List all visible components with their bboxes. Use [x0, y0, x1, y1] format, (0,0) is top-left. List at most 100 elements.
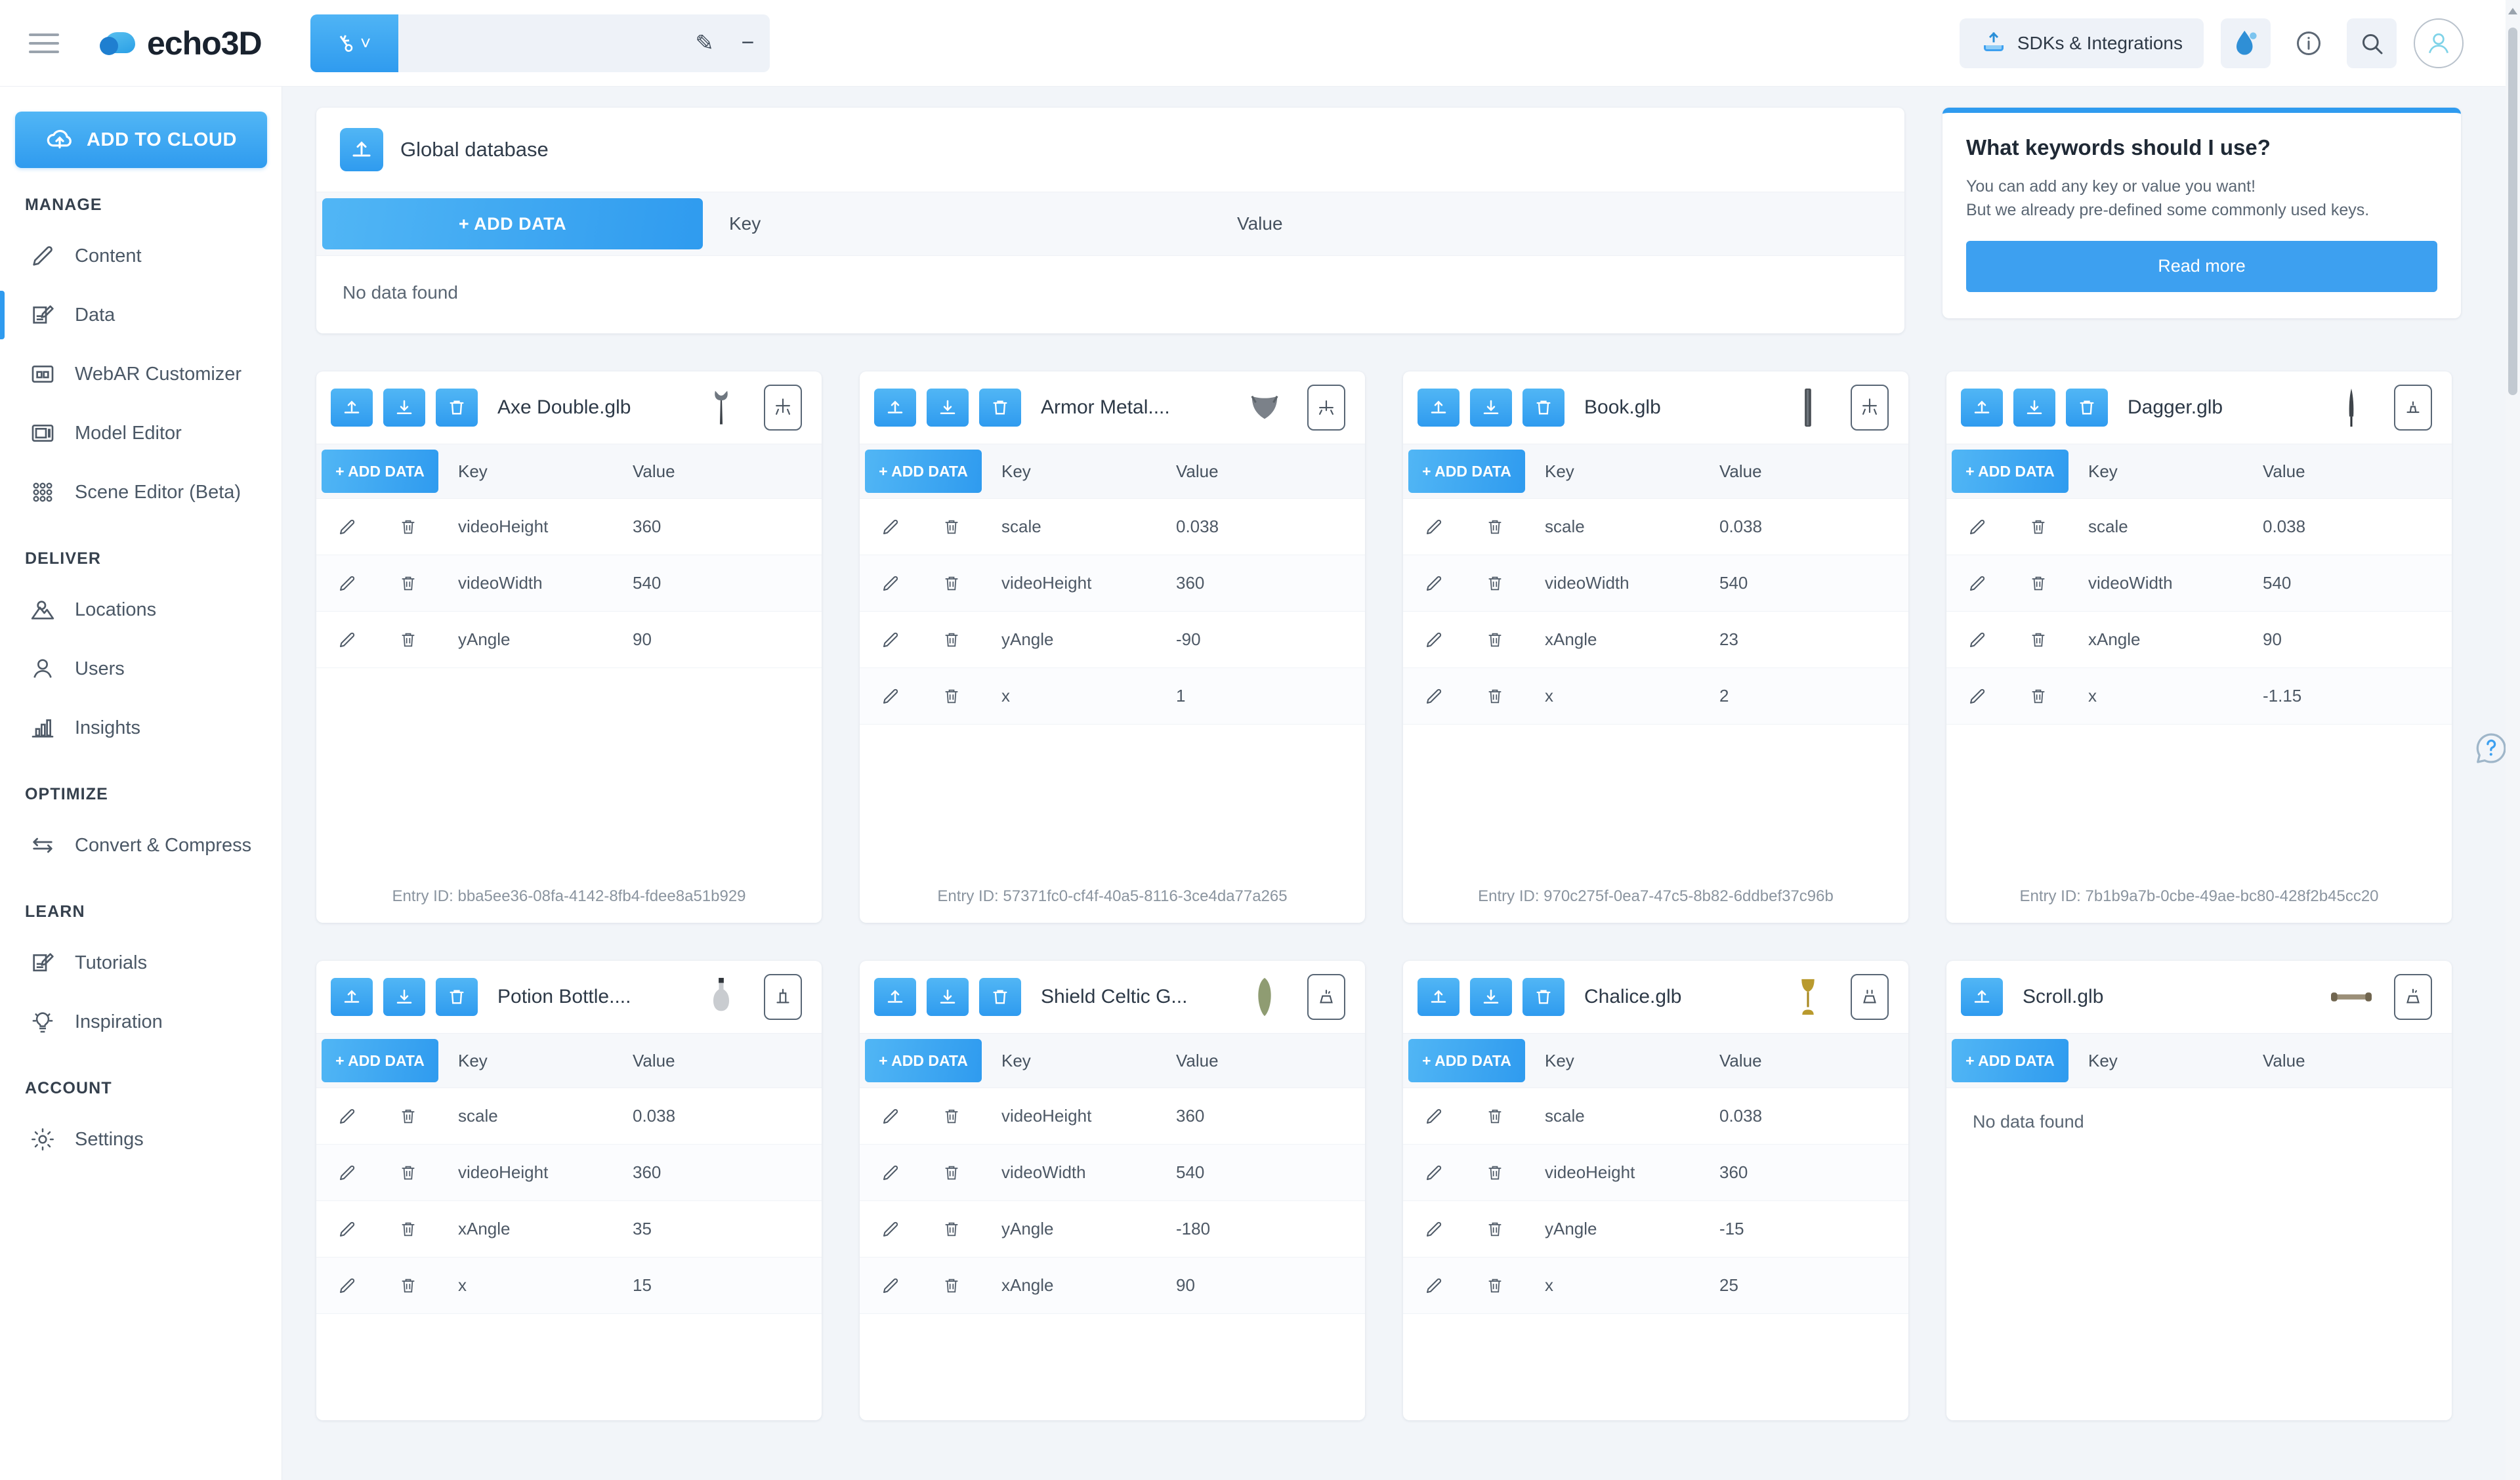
row-edit-icon[interactable] — [1403, 574, 1464, 593]
row-delete-icon[interactable] — [1464, 1277, 1525, 1295]
upload-icon[interactable] — [1961, 389, 2003, 427]
row-delete-icon[interactable] — [377, 1107, 438, 1126]
sidebar-item-insights[interactable]: Insights — [0, 698, 282, 757]
row-edit-icon[interactable] — [1403, 517, 1464, 537]
sidebar-item-content[interactable]: Content — [0, 226, 282, 285]
row-edit-icon[interactable] — [1403, 1163, 1464, 1183]
row-delete-icon[interactable] — [921, 574, 982, 593]
read-more-button[interactable]: Read more — [1966, 240, 2437, 292]
api-key-input[interactable] — [398, 14, 683, 72]
upload-icon[interactable] — [331, 978, 373, 1016]
row-delete-icon[interactable] — [377, 631, 438, 649]
trash-icon[interactable] — [2066, 389, 2108, 427]
row-edit-icon[interactable] — [316, 1163, 377, 1183]
row-delete-icon[interactable] — [2007, 631, 2068, 649]
add-data-button[interactable]: + ADD DATA — [1408, 1039, 1525, 1082]
row-edit-icon[interactable] — [860, 517, 921, 537]
upload-icon[interactable] — [331, 389, 373, 427]
row-edit-icon[interactable] — [316, 1107, 377, 1126]
row-delete-icon[interactable] — [921, 1164, 982, 1182]
sdks-integrations-button[interactable]: SDKs & Integrations — [1959, 18, 2204, 68]
download-icon[interactable] — [1470, 389, 1512, 427]
sidebar-item-scene-editor[interactable]: Scene Editor (Beta) — [0, 463, 282, 522]
download-icon[interactable] — [927, 389, 969, 427]
row-delete-icon[interactable] — [1464, 631, 1525, 649]
row-delete-icon[interactable] — [1464, 687, 1525, 706]
trash-icon[interactable] — [979, 389, 1021, 427]
add-data-button[interactable]: + ADD DATA — [1952, 450, 2068, 493]
row-delete-icon[interactable] — [377, 518, 438, 536]
row-delete-icon[interactable] — [921, 687, 982, 706]
search-icon[interactable] — [2347, 18, 2397, 68]
row-delete-icon[interactable] — [2007, 574, 2068, 593]
brand-logo[interactable]: echo3D — [100, 24, 262, 62]
api-key-minus-icon[interactable]: − — [726, 30, 770, 56]
row-delete-icon[interactable] — [2007, 687, 2068, 706]
row-delete-icon[interactable] — [921, 1107, 982, 1126]
add-to-cloud-button[interactable]: ADD TO CLOUD — [14, 112, 267, 168]
row-edit-icon[interactable] — [860, 1276, 921, 1296]
row-edit-icon[interactable] — [1946, 630, 2007, 650]
row-edit-icon[interactable] — [860, 630, 921, 650]
row-edit-icon[interactable] — [316, 1276, 377, 1296]
row-edit-icon[interactable] — [860, 574, 921, 593]
download-icon[interactable] — [383, 978, 425, 1016]
row-delete-icon[interactable] — [1464, 1220, 1525, 1238]
row-edit-icon[interactable] — [1403, 1107, 1464, 1126]
sidebar-item-convert-compress[interactable]: Convert & Compress — [0, 816, 282, 875]
row-delete-icon[interactable] — [921, 1220, 982, 1238]
row-delete-icon[interactable] — [377, 1277, 438, 1295]
download-icon[interactable] — [383, 389, 425, 427]
row-edit-icon[interactable] — [1946, 517, 2007, 537]
hamburger-icon[interactable] — [29, 29, 63, 58]
row-delete-icon[interactable] — [1464, 1164, 1525, 1182]
upload-box-icon[interactable] — [340, 128, 383, 171]
download-icon[interactable] — [927, 978, 969, 1016]
add-data-button[interactable]: + ADD DATA — [865, 450, 982, 493]
row-edit-icon[interactable] — [316, 574, 377, 593]
api-key-edit-icon[interactable]: ✎ — [683, 30, 726, 56]
water-drop-icon[interactable] — [2221, 18, 2271, 68]
scroll-up-arrow-icon[interactable] — [2508, 8, 2517, 14]
row-delete-icon[interactable] — [377, 1164, 438, 1182]
ar-model-icon[interactable] — [1851, 974, 1889, 1020]
question-help-icon[interactable] — [2473, 730, 2510, 767]
add-data-button[interactable]: + ADD DATA — [1952, 1039, 2068, 1082]
row-edit-icon[interactable] — [860, 1163, 921, 1183]
row-edit-icon[interactable] — [860, 1107, 921, 1126]
row-edit-icon[interactable] — [316, 630, 377, 650]
trash-icon[interactable] — [436, 389, 478, 427]
upload-icon[interactable] — [1961, 978, 2003, 1016]
global-add-data-button[interactable]: + ADD DATA — [322, 198, 703, 249]
trash-icon[interactable] — [1522, 389, 1564, 427]
sidebar-item-model-editor[interactable]: Model Editor — [0, 404, 282, 463]
row-delete-icon[interactable] — [1464, 518, 1525, 536]
row-delete-icon[interactable] — [377, 574, 438, 593]
sidebar-item-tutorials[interactable]: Tutorials — [0, 933, 282, 992]
row-edit-icon[interactable] — [316, 1219, 377, 1239]
sidebar-item-settings[interactable]: Settings — [0, 1110, 282, 1169]
sidebar-item-locations[interactable]: Locations — [0, 580, 282, 639]
row-edit-icon[interactable] — [860, 687, 921, 706]
user-avatar-icon[interactable] — [2414, 18, 2464, 68]
download-icon[interactable] — [1470, 978, 1512, 1016]
row-edit-icon[interactable] — [1403, 1276, 1464, 1296]
trash-icon[interactable] — [979, 978, 1021, 1016]
upload-icon[interactable] — [1418, 978, 1460, 1016]
ar-model-icon[interactable] — [764, 974, 802, 1020]
row-edit-icon[interactable] — [1403, 687, 1464, 706]
ar-model-icon[interactable] — [2394, 974, 2432, 1020]
api-key-dropdown-button[interactable]: ⚷ ˅ — [310, 14, 398, 72]
add-data-button[interactable]: + ADD DATA — [322, 1039, 438, 1082]
upload-icon[interactable] — [874, 978, 916, 1016]
row-delete-icon[interactable] — [377, 1220, 438, 1238]
row-edit-icon[interactable] — [1403, 630, 1464, 650]
vertical-scrollbar[interactable] — [2506, 0, 2520, 1480]
scrollbar-thumb[interactable] — [2508, 28, 2517, 395]
sidebar-item-users[interactable]: Users — [0, 639, 282, 698]
row-delete-icon[interactable] — [921, 518, 982, 536]
add-data-button[interactable]: + ADD DATA — [322, 450, 438, 493]
ar-model-icon[interactable] — [1851, 385, 1889, 431]
row-edit-icon[interactable] — [1403, 1219, 1464, 1239]
upload-icon[interactable] — [874, 389, 916, 427]
